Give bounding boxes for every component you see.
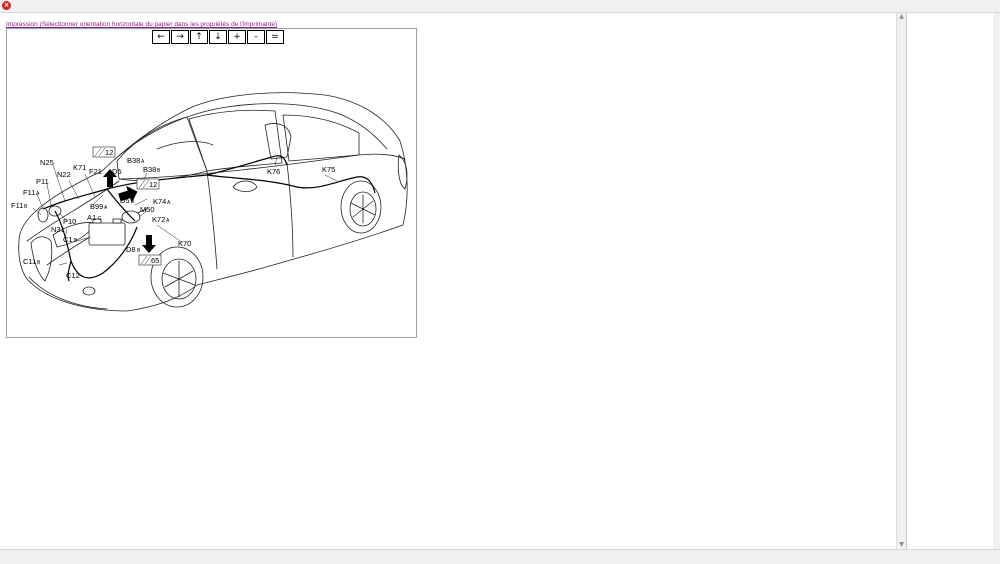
module-f11	[37, 207, 49, 223]
label-d8b: D8	[126, 245, 136, 254]
title-bar: ×	[0, 0, 1000, 13]
label-ref-12-top: 12	[105, 148, 113, 157]
scroll-down-icon[interactable]: ▼	[897, 541, 906, 549]
arrow-down-icon	[142, 235, 156, 253]
label-d5b: D5	[120, 196, 130, 205]
side-mirror	[232, 180, 258, 192]
label-k75: K75	[322, 165, 335, 174]
label-c12: C12	[66, 271, 80, 280]
windshield	[116, 116, 208, 181]
interior-dash	[156, 141, 214, 150]
label-f11b-sub: B	[24, 204, 28, 210]
label-b38a: B38	[127, 156, 140, 165]
rear-side-window	[282, 114, 360, 162]
close-icon[interactable]: ×	[2, 1, 11, 10]
label-n22: N22	[57, 170, 71, 179]
label-b38b: B38	[143, 165, 156, 174]
side-pane	[906, 13, 994, 549]
label-d5-top: D5	[112, 167, 122, 176]
battery	[88, 222, 126, 246]
fog-light	[82, 286, 96, 296]
label-n25: N25	[40, 158, 54, 167]
print-link[interactable]: Impression (Sélectionner orientation hor…	[6, 21, 277, 28]
label-p10: P10	[63, 217, 76, 226]
label-m50: M50	[140, 205, 155, 214]
interior-seat	[264, 123, 292, 160]
label-f11b: F11	[11, 201, 23, 210]
label-ref-65: 65	[151, 256, 159, 265]
diagram-frame: ← → ↑ ↓ + - = 12 12 65 N25 K71 N22 F21 D…	[6, 28, 417, 338]
rear-lamp	[397, 154, 408, 190]
label-a1c-sub: C	[98, 216, 102, 222]
side-pane-scrollbar[interactable]	[993, 13, 1000, 549]
rear-wheel	[340, 180, 382, 234]
label-k70: K70	[178, 239, 191, 248]
label-k74: K74	[153, 197, 166, 206]
beltline	[118, 153, 406, 180]
label-b99a: B99	[90, 202, 103, 211]
label-k71: K71	[73, 163, 86, 172]
label-a1c: A1	[87, 213, 96, 222]
label-f11a-sub: A	[36, 191, 40, 197]
label-n31: N31	[51, 225, 65, 234]
front-bumper	[28, 276, 108, 310]
label-k74-sub: A	[167, 200, 171, 206]
door-line-front	[206, 170, 218, 270]
label-d5b-sub: B	[131, 199, 135, 205]
main-vertical-scrollbar[interactable]: ▲ ▼	[896, 13, 906, 549]
status-bar	[0, 549, 1000, 564]
label-b99a-sub: A	[104, 205, 108, 211]
wiring-diagram: 12 12 65 N25 K71 N22 F21 D5 B38 A B38 B …	[11, 92, 408, 312]
label-k72: K72	[152, 215, 165, 224]
door-line-rear	[286, 162, 294, 258]
label-d8b-sub: B	[137, 248, 141, 254]
roof-line	[114, 103, 388, 160]
label-k72-sub: A	[166, 218, 170, 224]
label-b38b-sub: B	[157, 168, 161, 174]
harness-rear	[206, 174, 376, 194]
label-c11b: C11	[23, 257, 36, 266]
label-ref-12-mid: 12	[149, 180, 157, 189]
label-f21: F21	[89, 167, 102, 176]
scroll-up-icon[interactable]: ▲	[897, 13, 906, 21]
label-f11a: F11	[23, 188, 35, 197]
label-k76: K76	[267, 167, 280, 176]
label-c1b: C1	[63, 235, 73, 244]
label-c11b-sub: B	[37, 260, 41, 266]
label-p11: P11	[36, 177, 49, 186]
